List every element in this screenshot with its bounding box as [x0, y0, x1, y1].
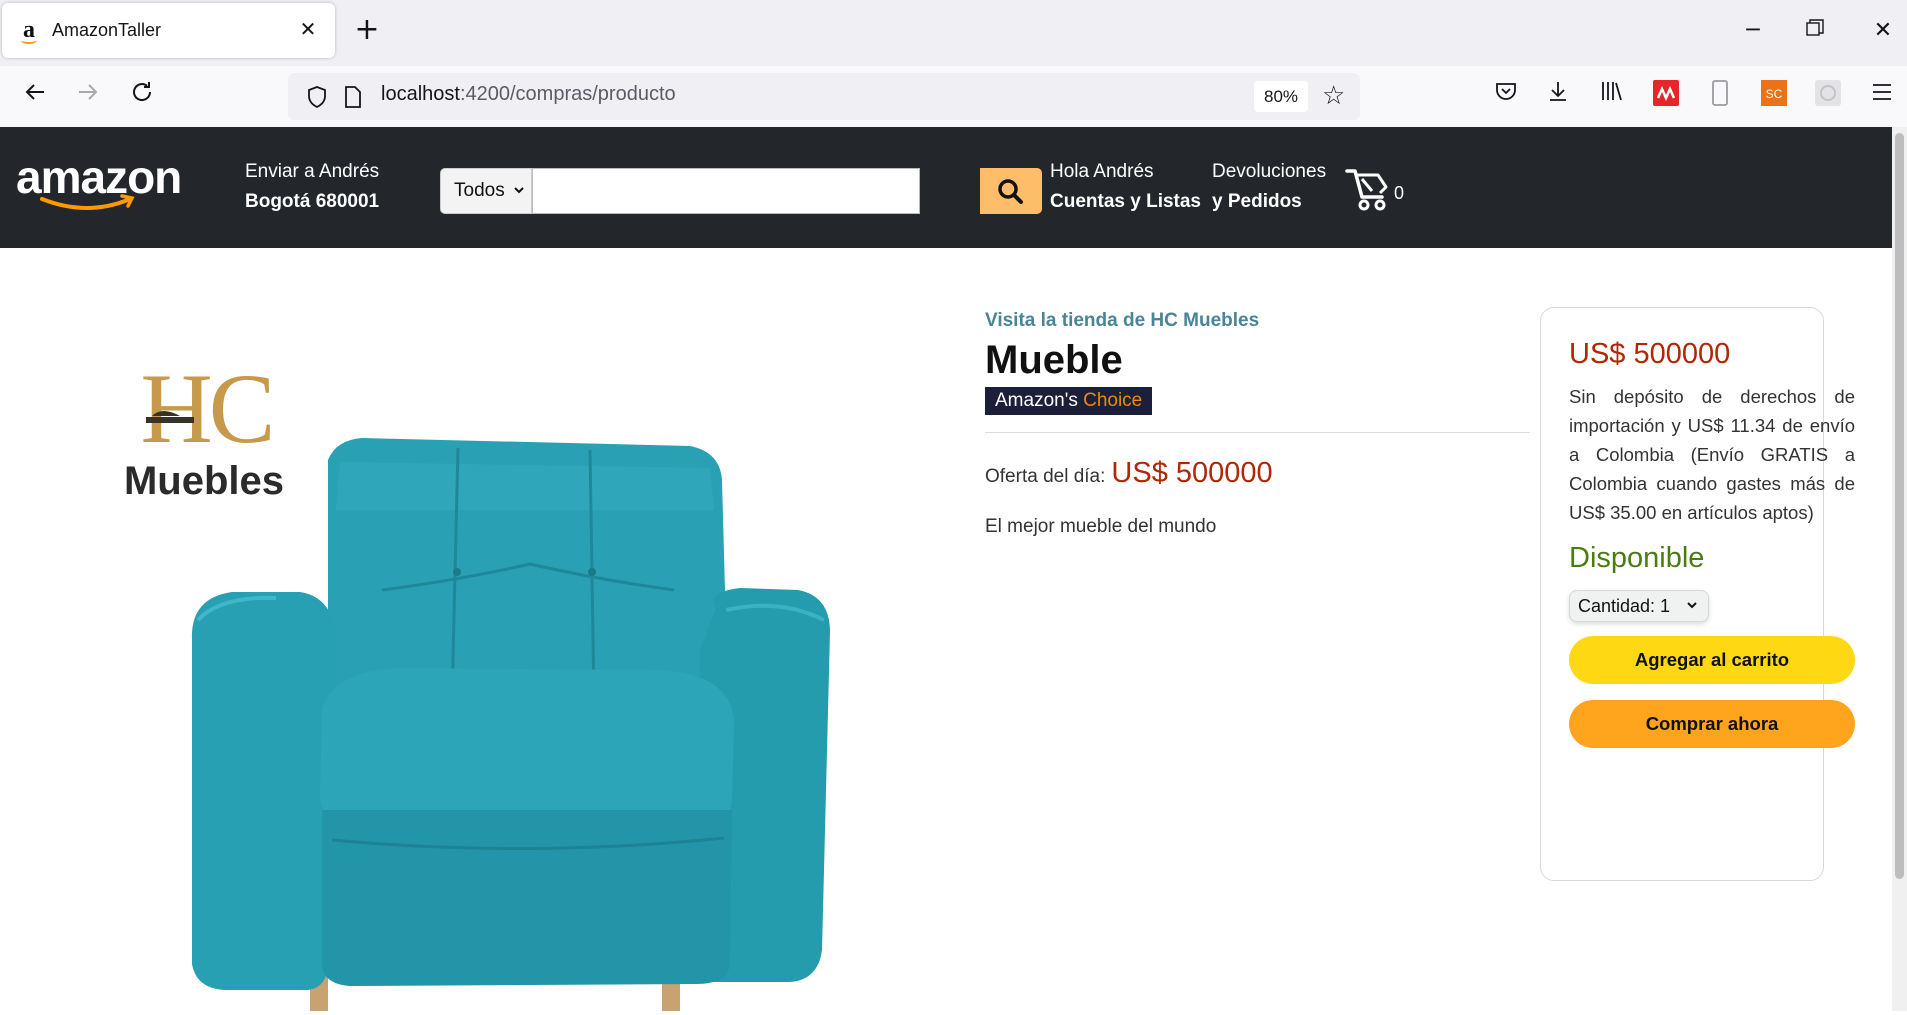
restore-icon[interactable] — [1800, 16, 1830, 46]
site-header: amazon Enviar a Andrés Bogotá 680001 Tod… — [0, 127, 1892, 248]
amazons-choice-badge: Amazon's Choice — [985, 387, 1153, 415]
svg-text:SC: SC — [1766, 87, 1783, 101]
deliver-to-location: Bogotá 680001 — [245, 191, 380, 212]
pocket-icon[interactable] — [1490, 80, 1522, 112]
search-icon — [998, 179, 1023, 204]
deliver-to[interactable]: Enviar a Andrés Bogotá 680001 — [245, 161, 379, 213]
brand-logo-muebles: Muebles — [124, 459, 284, 503]
account-lists[interactable]: Hola Andrés Cuentas y Listas — [1050, 161, 1201, 213]
close-tab-icon[interactable]: ✕ — [297, 18, 319, 40]
search-category-select[interactable]: Todos — [440, 168, 532, 214]
minimize-icon[interactable]: ─ — [1738, 16, 1768, 46]
product-image[interactable]: HC Muebles — [100, 353, 870, 1011]
choice-badge-prefix: Amazon's — [995, 390, 1078, 411]
cart-count: 0 — [1394, 183, 1405, 203]
amazon-smile-icon — [40, 194, 135, 210]
brand-logo: HC Muebles — [124, 353, 284, 503]
chevron-down-icon — [1686, 591, 1698, 632]
browser-tab[interactable]: a AmazonTaller ✕ — [2, 3, 335, 58]
scrollbar-thumb[interactable] — [1895, 133, 1904, 879]
browser-nav-bar: localhost:4200/compras/producto 80% ☆ SC — [0, 66, 1907, 127]
close-window-icon[interactable]: ✕ — [1868, 16, 1898, 46]
offer-label: Oferta del día: — [985, 466, 1106, 487]
shield-icon[interactable] — [306, 85, 328, 109]
shipping-info: Sin depósito de derechos de importación … — [1569, 386, 1855, 523]
amazon-favicon-icon: a — [18, 18, 40, 44]
forward-icon[interactable] — [70, 78, 106, 114]
buybox-price: US$ 500000 — [1569, 338, 1731, 370]
downloads-icon[interactable] — [1542, 80, 1574, 112]
back-icon[interactable] — [17, 78, 53, 114]
reload-icon[interactable] — [124, 78, 160, 114]
tab-title: AmazonTaller — [52, 20, 162, 40]
chevron-down-icon — [513, 169, 525, 231]
extension-gray-icon[interactable] — [1812, 80, 1844, 112]
page-icon[interactable] — [344, 86, 362, 108]
deal-offer: Oferta del día: US$ 500000 — [985, 457, 1530, 490]
new-tab-button[interactable]: + — [350, 14, 384, 48]
returns-label: Devoluciones — [1212, 161, 1327, 182]
bookmark-star-icon[interactable]: ☆ — [1322, 81, 1345, 111]
add-to-cart-button[interactable]: Agregar al carrito — [1569, 636, 1855, 684]
offer-price: US$ 500000 — [1111, 457, 1273, 489]
address-bar[interactable]: localhost:4200/compras/producto 80% ☆ — [288, 73, 1360, 120]
sofa-image — [191, 438, 830, 1011]
store-link[interactable]: Visita la tienda de HC Muebles — [985, 310, 1530, 332]
orders-label: y Pedidos — [1212, 191, 1302, 212]
returns-orders[interactable]: Devoluciones y Pedidos — [1212, 161, 1326, 213]
url-text[interactable]: localhost:4200/compras/producto — [381, 83, 676, 106]
page-scrollbar[interactable] — [1892, 127, 1907, 1011]
search-button[interactable] — [980, 168, 1042, 214]
menu-icon[interactable] — [1866, 80, 1898, 112]
amazon-logo[interactable]: amazon — [16, 154, 186, 215]
buy-box: US$ 500000 Sin depósito de derechos de i… — [1540, 307, 1855, 881]
availability-status: Disponible — [1569, 542, 1705, 574]
account-greeting: Hola Andrés — [1050, 161, 1154, 182]
library-icon[interactable] — [1596, 80, 1628, 112]
extension-sc-icon[interactable]: SC — [1758, 80, 1790, 112]
search-input[interactable] — [532, 168, 920, 214]
quantity-select[interactable]: Cantidad: 1 — [1569, 590, 1709, 622]
extension-red-icon[interactable] — [1650, 80, 1682, 112]
account-lists-label: Cuentas y Listas — [1050, 191, 1201, 212]
deliver-to-label: Enviar a Andrés — [245, 161, 380, 182]
browser-tab-bar: a AmazonTaller ✕ + ─ ✕ — [0, 0, 1907, 66]
cart-button[interactable]: 0 — [1344, 167, 1404, 213]
zoom-level[interactable]: 80% — [1254, 81, 1308, 112]
product-description: El mejor mueble del mundo — [985, 516, 1217, 537]
cart-icon — [1345, 169, 1388, 211]
product-info: Visita la tienda de HC Muebles Mueble Am… — [985, 310, 1530, 538]
buy-now-button[interactable]: Comprar ahora — [1569, 700, 1855, 748]
mobile-device-icon[interactable] — [1704, 80, 1736, 112]
divider — [985, 432, 1530, 433]
choice-badge-suffix: Choice — [1083, 390, 1143, 411]
product-title: Mueble — [985, 338, 1123, 382]
